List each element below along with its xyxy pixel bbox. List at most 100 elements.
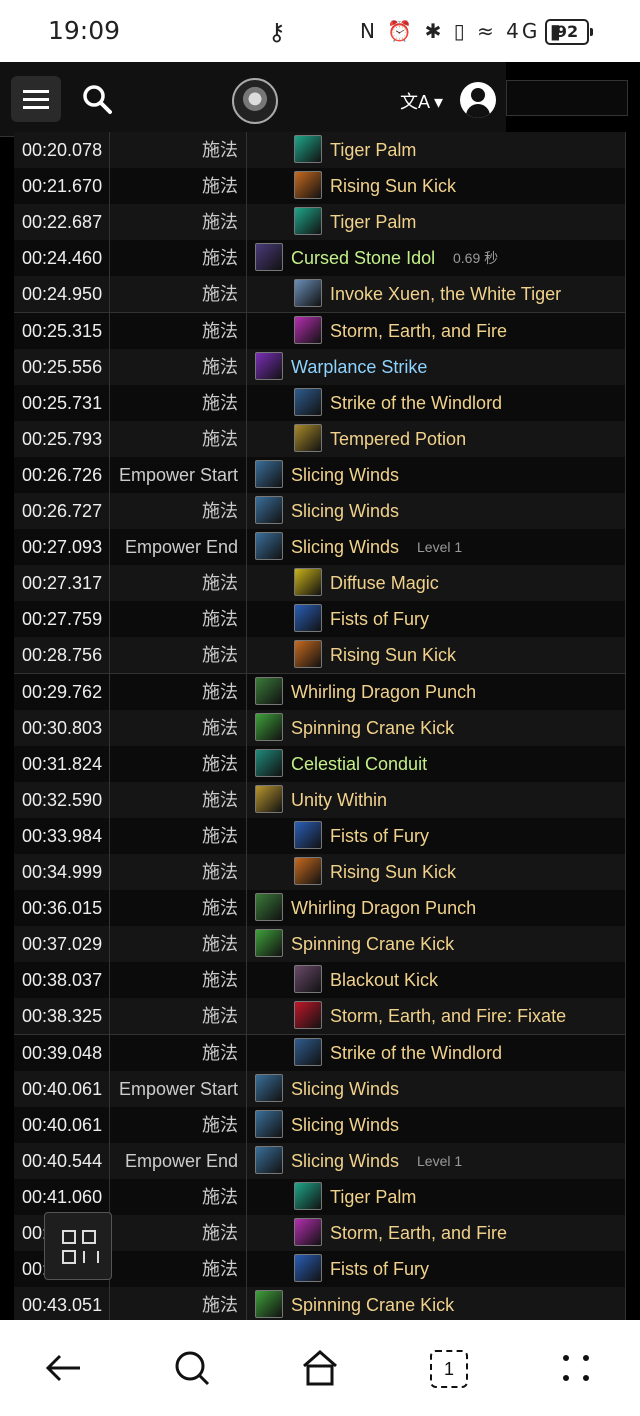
spell-icon[interactable] [294,315,322,344]
table-row[interactable]: 00:22.687 施法 Tiger Palm [14,204,626,242]
table-row[interactable]: 00:21.670 施法 Rising Sun Kick [14,168,626,206]
spell-icon[interactable] [294,135,322,163]
spell-icon[interactable] [255,459,283,488]
spell-link[interactable]: Spinning Crane Kick [291,926,454,962]
spell-link[interactable]: Strike of the Windlord [330,1035,502,1071]
home-icon[interactable] [298,1346,342,1390]
spell-icon[interactable] [294,1218,322,1246]
spell-link[interactable]: Tempered Potion [330,421,466,457]
table-row[interactable]: 00:29.762 施法 Whirling Dragon Punch [14,673,626,711]
spell-icon[interactable] [294,820,322,849]
spell-icon[interactable] [255,712,283,741]
spell-icon[interactable] [294,1181,322,1210]
table-row[interactable]: 00:31.824 施法 Celestial Conduit [14,745,626,783]
table-row[interactable]: 00:20.078 施法 Tiger Palm [14,132,626,169]
spell-icon[interactable] [255,748,283,777]
spell-icon[interactable] [294,279,322,308]
spell-link[interactable]: Slicing Winds [291,493,399,529]
spell-link[interactable]: Slicing Winds [291,1107,399,1143]
spell-link[interactable]: Rising Sun Kick [330,637,456,673]
table-row[interactable]: 00:27.317 施法 Diffuse Magic [14,565,626,603]
search-icon[interactable] [80,82,114,116]
spell-link[interactable]: Storm, Earth, and Fire [330,1215,507,1251]
back-icon[interactable] [42,1346,86,1390]
spell-link[interactable]: Tiger Palm [330,1179,416,1215]
site-logo[interactable] [232,78,278,124]
spell-icon[interactable] [255,532,283,561]
spell-link[interactable]: Strike of the Windlord [330,385,502,421]
account-icon[interactable] [460,82,496,118]
spell-link[interactable]: Slicing Winds [291,1071,399,1107]
spell-icon[interactable] [255,1145,283,1174]
spell-icon[interactable] [294,207,322,236]
spell-icon[interactable] [255,1073,283,1102]
table-row[interactable]: 00:38.325 施法 Storm, Earth, and Fire: Fixat… [14,998,626,1036]
spell-link[interactable]: Unity Within [291,782,387,818]
spell-icon[interactable] [255,1109,283,1138]
spell-icon[interactable] [294,423,322,452]
table-row[interactable]: 00:26.726 Empower Start Slicing Winds [14,456,626,494]
table-row[interactable]: 00:28.756 施法 Rising Sun Kick [14,637,626,675]
spell-icon[interactable] [294,568,322,597]
table-row[interactable]: 00:34.999 施法 Rising Sun Kick [14,854,626,891]
spell-link[interactable]: Rising Sun Kick [330,168,456,204]
spell-link[interactable]: Warplance Strike [291,349,427,385]
spell-link[interactable]: Whirling Dragon Punch [291,674,476,710]
table-row[interactable]: 00:37.029 施法 Spinning Crane Kick [14,926,626,964]
table-row[interactable]: 00:40.061 Empower Start Slicing Winds [14,1070,626,1108]
qr-code-button[interactable] [44,1212,112,1280]
table-row[interactable]: 00:38.037 施法 Blackout Kick [14,962,626,1000]
table-row[interactable]: 00:40.061 施法 Slicing Winds [14,1106,626,1144]
spell-link[interactable]: Fists of Fury [330,601,429,637]
language-selector[interactable]: 文A ▾ [400,88,443,114]
table-row[interactable]: 00:27.093 Empower End Slicing Winds Level 1 [14,529,626,567]
table-row[interactable]: 00:24.950 施法 Invoke Xuen, the White Tiger [14,276,626,314]
spell-icon[interactable] [294,1001,322,1030]
tabs-button[interactable]: 1 [430,1350,468,1388]
spell-icon[interactable] [255,496,283,524]
table-row[interactable]: 00:25.315 施法 Storm, Earth, and Fire [14,312,626,350]
spell-link[interactable]: Spinning Crane Kick [291,710,454,746]
spell-icon[interactable] [294,387,322,416]
spell-icon[interactable] [294,171,322,200]
table-row[interactable]: 00:41.060 施法 Tiger Palm [14,1178,626,1216]
spell-link[interactable]: Invoke Xuen, the White Tiger [330,276,561,312]
spell-icon[interactable] [294,1037,322,1066]
spell-link[interactable]: Fists of Fury [330,1251,429,1287]
spell-link[interactable]: Storm, Earth, and Fire [330,313,507,349]
table-row[interactable]: 00:32.590 施法 Unity Within [14,781,626,819]
spell-icon[interactable] [255,1290,283,1319]
spell-link[interactable]: Slicing Winds [291,457,399,493]
more-icon[interactable] [554,1346,598,1390]
table-row[interactable]: 00:40.544 Empower End Slicing Winds Level 1 [14,1142,626,1180]
table-row[interactable]: 00:30.803 施法 Spinning Crane Kick [14,709,626,747]
spell-icon[interactable] [294,857,322,885]
spell-link[interactable]: Storm, Earth, and Fire: Fixate [330,998,566,1034]
spell-icon[interactable] [255,893,283,922]
spell-link[interactable]: Celestial Conduit [291,746,427,782]
table-row[interactable]: 00:36.015 施法 Whirling Dragon Punch [14,890,626,928]
spell-link[interactable]: Blackout Kick [330,962,438,998]
spell-icon[interactable] [294,640,322,669]
table-row[interactable]: 00:25.556 施法 Warplance Strike [14,348,626,386]
spell-icon[interactable] [255,351,283,380]
spell-link[interactable]: Rising Sun Kick [330,854,456,890]
spell-icon[interactable] [255,676,283,705]
table-row[interactable]: 00:26.727 施法 Slicing Winds [14,493,626,530]
spell-link[interactable]: Cursed Stone Idol [291,240,435,276]
table-row[interactable]: 00:39.048 施法 Strike of the Windlord [14,1034,626,1072]
spell-icon[interactable] [294,604,322,633]
search-nav-icon[interactable] [170,1346,214,1390]
spell-link[interactable]: Diffuse Magic [330,565,439,601]
spell-link[interactable]: Whirling Dragon Punch [291,890,476,926]
spell-link[interactable]: Tiger Palm [330,204,416,240]
table-row[interactable]: 00:43.051 施法 Spinning Crane Kick [14,1287,626,1320]
table-row[interactable]: 00:25.731 施法 Strike of the Windlord [14,384,626,422]
spell-icon[interactable] [255,784,283,813]
spell-link[interactable]: Fists of Fury [330,818,429,854]
table-row[interactable]: 00:25.793 施法 Tempered Potion [14,420,626,458]
spell-link[interactable]: Slicing Winds [291,1143,399,1179]
menu-button[interactable] [11,76,61,122]
spell-link[interactable]: Slicing Winds [291,529,399,565]
spell-link[interactable]: Spinning Crane Kick [291,1287,454,1320]
